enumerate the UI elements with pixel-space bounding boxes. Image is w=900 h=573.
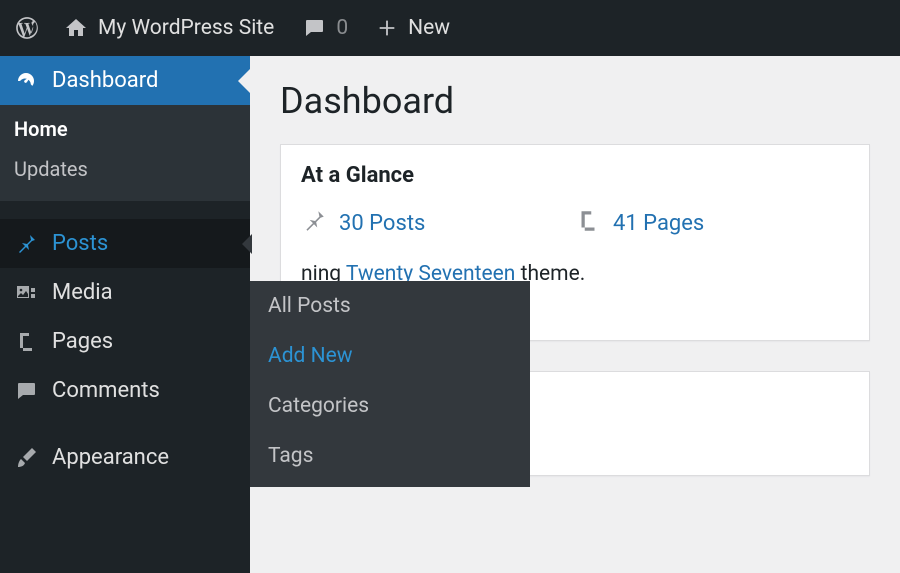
- pages-icon: [575, 208, 601, 238]
- sidebar-item-appearance[interactable]: Appearance: [0, 433, 250, 482]
- sidebar-item-media[interactable]: Media: [0, 268, 250, 317]
- comment-icon: [14, 379, 38, 403]
- posts-flyout-menu: All Posts Add New Categories Tags: [250, 281, 530, 487]
- admin-sidebar: Dashboard Home Updates Posts Media Pages: [0, 56, 250, 573]
- pages-count-link[interactable]: 41 Pages: [613, 211, 704, 236]
- sidebar-item-label: Media: [52, 280, 113, 305]
- comment-count: 0: [336, 16, 348, 40]
- flyout-item-all-posts[interactable]: All Posts: [250, 281, 530, 331]
- sidebar-item-label: Appearance: [52, 445, 169, 470]
- flyout-item-tags[interactable]: Tags: [250, 431, 530, 481]
- wp-logo-menu[interactable]: [0, 0, 50, 56]
- brush-icon: [14, 446, 38, 470]
- sidebar-item-label: Comments: [52, 378, 160, 403]
- sidebar-subitem-updates[interactable]: Updates: [0, 149, 250, 189]
- flyout-item-add-new[interactable]: Add New: [250, 331, 530, 381]
- sidebar-item-posts[interactable]: Posts: [0, 219, 250, 268]
- home-icon: [64, 16, 88, 40]
- posts-count-link[interactable]: 30 Posts: [339, 211, 425, 236]
- site-name-menu[interactable]: My WordPress Site: [50, 0, 288, 56]
- media-icon: [14, 281, 38, 305]
- pages-icon: [14, 330, 38, 354]
- sidebar-subitem-home[interactable]: Home: [0, 109, 250, 149]
- comment-icon: [302, 16, 326, 40]
- page-title: Dashboard: [280, 80, 870, 122]
- comments-menu[interactable]: 0: [288, 0, 362, 56]
- sidebar-item-label: Posts: [52, 231, 108, 256]
- pushpin-icon: [14, 232, 38, 256]
- admin-toolbar: My WordPress Site 0 New: [0, 0, 900, 56]
- sidebar-item-dashboard[interactable]: Dashboard: [0, 56, 250, 105]
- pushpin-icon: [301, 208, 327, 238]
- flyout-item-categories[interactable]: Categories: [250, 381, 530, 431]
- sidebar-item-label: Dashboard: [52, 68, 158, 93]
- dashboard-icon: [14, 69, 38, 93]
- site-name-label: My WordPress Site: [98, 16, 274, 40]
- wordpress-logo-icon: [14, 15, 40, 41]
- new-label: New: [408, 16, 450, 40]
- plus-icon: [376, 17, 398, 39]
- sidebar-item-pages[interactable]: Pages: [0, 317, 250, 366]
- dashboard-subgroup: Home Updates: [0, 105, 250, 201]
- new-content-menu[interactable]: New: [362, 0, 464, 56]
- sidebar-item-label: Pages: [52, 329, 113, 354]
- at-a-glance-title: At a Glance: [281, 145, 869, 202]
- sidebar-item-comments[interactable]: Comments: [0, 366, 250, 415]
